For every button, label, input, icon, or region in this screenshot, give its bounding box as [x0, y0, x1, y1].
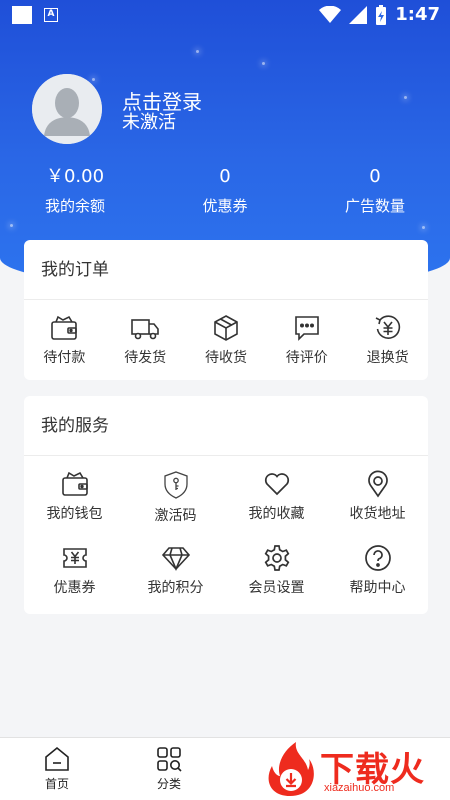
keyboard-icon: A	[44, 8, 58, 22]
order-label: 待评价	[285, 350, 328, 366]
service-label: 会员设置	[248, 580, 305, 596]
service-label: 我的钱包	[46, 506, 103, 522]
location-icon	[367, 470, 388, 498]
stat-coupons[interactable]: 0 优惠券	[150, 162, 300, 216]
watermark-logo: 下载火 xiazaihuo.com	[262, 740, 450, 798]
balance-value: ￥0.00	[45, 166, 105, 187]
box-icon	[214, 315, 238, 341]
flame-logo-icon	[268, 742, 314, 796]
services-title: 我的服务	[24, 396, 428, 456]
orders-title[interactable]: 我的订单	[24, 240, 428, 300]
order-returns[interactable]: 退换货	[347, 314, 428, 367]
nav-label: 分类	[156, 777, 181, 791]
services-card: 我的服务 我的钱包 激活码 我的收藏 收货地址 优惠券 我的积分 会员设置 帮助…	[24, 396, 428, 614]
order-label: 退换货	[366, 350, 409, 366]
service-address[interactable]: 收货地址	[327, 470, 428, 536]
order-pending-review[interactable]: 待评价	[266, 314, 347, 367]
service-member-settings[interactable]: 会员设置	[226, 544, 327, 616]
nav-home[interactable]: 首页	[27, 746, 87, 792]
watermark-url: xiazaihuo.com	[324, 782, 395, 794]
battery-icon	[376, 4, 387, 25]
nav-label: 首页	[44, 777, 69, 791]
help-icon	[364, 545, 391, 571]
truck-icon	[131, 319, 159, 340]
wifi-icon	[319, 5, 342, 23]
service-label: 收货地址	[349, 506, 406, 522]
stat-ads[interactable]: 0 广告数量	[300, 162, 450, 216]
order-pending-shipment[interactable]: 待发货	[105, 314, 186, 367]
stat-balance[interactable]: ￥0.00 我的余额	[0, 162, 150, 216]
service-label: 帮助中心	[349, 580, 406, 596]
service-activation-code[interactable]: 激活码	[125, 470, 226, 536]
service-coupons[interactable]: 优惠券	[24, 544, 125, 616]
heart-icon	[264, 473, 289, 496]
service-favorites[interactable]: 我的收藏	[226, 470, 327, 536]
order-label: 待收货	[204, 350, 247, 366]
signal-icon	[349, 5, 368, 24]
order-pending-payment[interactable]: 待付款	[24, 314, 105, 367]
order-label: 待付款	[43, 350, 86, 366]
order-pending-receipt[interactable]: 待收货	[186, 314, 267, 367]
balance-label: 我的余额	[44, 197, 105, 215]
diamond-icon	[161, 547, 190, 572]
category-icon	[157, 747, 182, 772]
ad-label: 广告数量	[344, 197, 405, 215]
refund-icon	[375, 315, 400, 339]
service-label: 我的积分	[147, 580, 204, 596]
service-help[interactable]: 帮助中心	[327, 544, 428, 616]
home-icon	[45, 746, 69, 771]
gear-icon	[264, 545, 289, 571]
service-label: 我的收藏	[248, 506, 305, 522]
notification-icon	[12, 6, 32, 24]
status-bar: A 1:47	[0, 0, 450, 30]
clock: 1:47	[395, 4, 440, 25]
service-label: 优惠券	[53, 580, 96, 596]
order-label: 待发货	[124, 350, 167, 366]
nav-category[interactable]: 分类	[139, 746, 199, 792]
activation-status: 未激活	[122, 112, 176, 133]
coupon-count: 0	[219, 166, 231, 187]
service-wallet[interactable]: 我的钱包	[24, 470, 125, 536]
service-label: 激活码	[154, 508, 197, 524]
avatar[interactable]	[32, 74, 102, 144]
wallet-icon	[51, 315, 78, 340]
orders-card: 我的订单 待付款 待发货 待收货 待评价 退换货	[24, 240, 428, 380]
coupon-icon	[62, 548, 87, 568]
shield-key-icon	[163, 471, 188, 499]
chat-icon	[294, 316, 319, 341]
coupon-label: 优惠券	[202, 197, 248, 215]
ad-count: 0	[369, 166, 381, 187]
service-points[interactable]: 我的积分	[125, 544, 226, 616]
wallet-icon	[61, 471, 88, 496]
